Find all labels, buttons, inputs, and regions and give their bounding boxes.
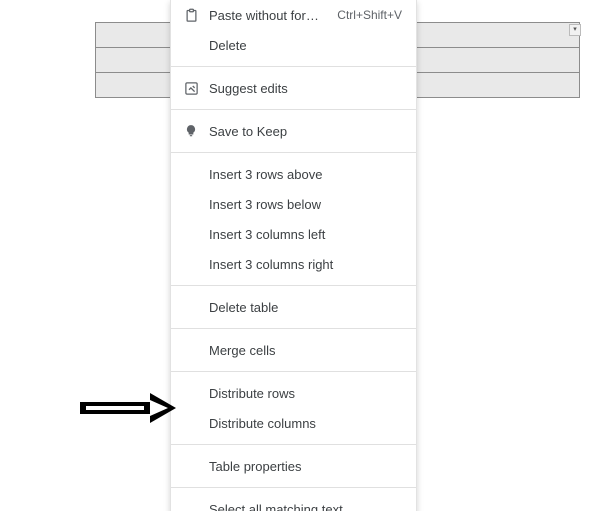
menu-item-delete[interactable]: Delete (171, 30, 416, 60)
menu-item-label: Save to Keep (201, 124, 402, 139)
menu-item-label: Delete (201, 38, 402, 53)
menu-item-insert-rows-above[interactable]: Insert 3 rows above (171, 159, 416, 189)
menu-item-label: Paste without formatting (201, 8, 327, 23)
menu-separator (171, 66, 416, 67)
menu-item-label: Insert 3 rows above (201, 167, 402, 182)
annotation-arrow-icon (80, 393, 176, 426)
menu-item-distribute-columns[interactable]: Distribute columns (171, 408, 416, 438)
menu-separator (171, 109, 416, 110)
menu-item-table-properties[interactable]: Table properties (171, 451, 416, 481)
menu-item-insert-cols-right[interactable]: Insert 3 columns right (171, 249, 416, 279)
menu-item-delete-table[interactable]: Delete table (171, 292, 416, 322)
menu-item-shortcut: Ctrl+Shift+V (327, 8, 402, 22)
menu-separator (171, 328, 416, 329)
menu-item-suggest-edits[interactable]: Suggest edits (171, 73, 416, 103)
menu-item-distribute-rows[interactable]: Distribute rows (171, 378, 416, 408)
table-options-handle[interactable]: ▾ (569, 24, 581, 36)
menu-item-insert-rows-below[interactable]: Insert 3 rows below (171, 189, 416, 219)
menu-item-label: Insert 3 columns right (201, 257, 402, 272)
menu-item-label: Insert 3 rows below (201, 197, 402, 212)
paste-icon (181, 8, 201, 23)
keep-icon (181, 124, 201, 138)
context-menu: Paste without formatting Ctrl+Shift+V De… (170, 0, 417, 511)
menu-separator (171, 285, 416, 286)
menu-item-label: Merge cells (201, 343, 402, 358)
menu-item-select-matching-text[interactable]: Select all matching text (171, 494, 416, 511)
menu-separator (171, 487, 416, 488)
menu-item-label: Suggest edits (201, 81, 402, 96)
menu-item-label: Distribute columns (201, 416, 402, 431)
menu-separator (171, 444, 416, 445)
menu-item-label: Insert 3 columns left (201, 227, 402, 242)
menu-item-save-to-keep[interactable]: Save to Keep (171, 116, 416, 146)
menu-item-merge-cells[interactable]: Merge cells (171, 335, 416, 365)
menu-separator (171, 371, 416, 372)
suggest-edits-icon (181, 81, 201, 96)
menu-item-label: Delete table (201, 300, 402, 315)
menu-item-paste-without-formatting[interactable]: Paste without formatting Ctrl+Shift+V (171, 0, 416, 30)
menu-item-label: Distribute rows (201, 386, 402, 401)
menu-item-label: Table properties (201, 459, 402, 474)
menu-item-label: Select all matching text (201, 502, 402, 511)
menu-separator (171, 152, 416, 153)
menu-item-insert-cols-left[interactable]: Insert 3 columns left (171, 219, 416, 249)
